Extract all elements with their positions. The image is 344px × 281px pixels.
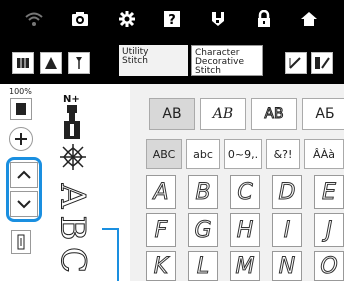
- font-tab-block[interactable]: AB: [149, 98, 195, 130]
- category-label: abc: [193, 147, 213, 161]
- font-tab-label: AB: [264, 106, 284, 123]
- font-tab-cyrillic[interactable]: АБ: [302, 98, 344, 130]
- zoom-level: 100%: [9, 87, 32, 96]
- category-numbers[interactable]: 0~9,.: [224, 139, 262, 169]
- category-symbols[interactable]: &?!: [266, 139, 300, 169]
- lock-icon[interactable]: [253, 8, 275, 30]
- preview-letter: B: [52, 215, 93, 241]
- char-key[interactable]: I: [272, 213, 302, 247]
- zoom-in-button[interactable]: [9, 127, 33, 151]
- decorative-flower-stitch-icon: [60, 144, 86, 170]
- category-label: ÂÀà: [312, 147, 336, 161]
- char-key[interactable]: L: [188, 251, 218, 281]
- needle-label: N+: [63, 94, 80, 105]
- char-key[interactable]: J: [314, 213, 344, 247]
- char-key[interactable]: C: [230, 175, 260, 209]
- char-key[interactable]: K: [146, 251, 176, 281]
- chevron-up-icon: [17, 170, 31, 179]
- char-key[interactable]: E: [314, 175, 344, 209]
- char-key[interactable]: B: [188, 175, 218, 209]
- camera-icon[interactable]: [69, 8, 91, 30]
- stitch-end-marker: [102, 228, 119, 281]
- edit-pattern-button[interactable]: [311, 52, 333, 74]
- char-key[interactable]: G: [188, 213, 218, 247]
- toolbar: Utility Stitch Character Decorative Stit…: [0, 38, 344, 84]
- gear-icon[interactable]: [116, 8, 138, 30]
- char-key[interactable]: O: [314, 251, 344, 281]
- font-tab-label: АБ: [315, 106, 335, 122]
- font-tab-script[interactable]: AB: [200, 98, 246, 130]
- char-key[interactable]: A: [146, 175, 176, 209]
- char-key[interactable]: N: [272, 251, 302, 281]
- spacing-button[interactable]: [11, 230, 31, 254]
- char-key[interactable]: D: [272, 175, 302, 209]
- category-accented[interactable]: ÂÀà: [304, 139, 344, 169]
- category-lowercase[interactable]: abc: [186, 139, 220, 169]
- chevron-down-icon: [17, 200, 31, 209]
- needle-position-button[interactable]: [68, 52, 90, 74]
- font-tab-label: AB: [212, 106, 234, 122]
- category-label: &?!: [273, 147, 293, 161]
- tab-character-decorative-stitch[interactable]: Character Decorative Stitch: [191, 45, 263, 76]
- scroll-up-button[interactable]: [10, 162, 38, 188]
- wifi-icon[interactable]: [23, 8, 45, 30]
- needle-mode-button[interactable]: [40, 52, 62, 74]
- preview-letter: A: [52, 183, 93, 209]
- presser-foot-icon: [64, 105, 80, 139]
- char-key[interactable]: F: [146, 213, 176, 247]
- preview-letter: C: [53, 246, 94, 274]
- tab-utility-stitch[interactable]: Utility Stitch: [119, 45, 188, 76]
- font-tab-outline[interactable]: AB: [251, 98, 297, 130]
- category-label: 0~9,.: [227, 147, 259, 161]
- scroll-down-button[interactable]: [10, 191, 38, 217]
- char-key[interactable]: H: [230, 213, 260, 247]
- char-key[interactable]: M: [230, 251, 260, 281]
- font-tab-label: AB: [162, 106, 182, 122]
- top-bar: ?: [0, 0, 344, 38]
- home-icon[interactable]: [298, 8, 320, 30]
- category-uppercase[interactable]: ABC: [146, 139, 182, 169]
- pattern-grid-button[interactable]: [12, 52, 34, 74]
- pattern-view-button[interactable]: [10, 98, 32, 120]
- edit-pen-button[interactable]: [285, 52, 307, 74]
- stitch-preview: N+ A B C: [42, 84, 130, 281]
- svg-text:?: ?: [168, 13, 176, 28]
- category-label: ABC: [152, 147, 176, 161]
- help-icon[interactable]: ?: [161, 8, 183, 30]
- presser-foot-icon[interactable]: [207, 8, 229, 30]
